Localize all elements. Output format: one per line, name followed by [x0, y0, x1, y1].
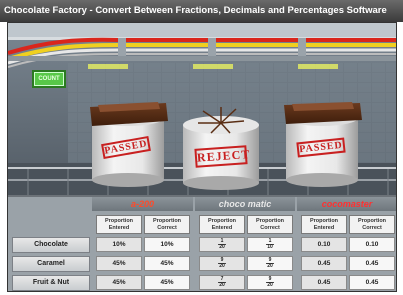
machine-1-name: a-200 — [92, 197, 193, 211]
m2-correct-chocolate: 1 10 — [247, 237, 293, 252]
m2-entered-fruit-nut[interactable]: 7 20 — [199, 275, 245, 290]
window-title: Chocolate Factory - Convert Between Frac… — [0, 0, 403, 22]
m2-entered-chocolate[interactable]: 1 20 — [199, 237, 245, 252]
fraction-denominator: 20 — [219, 243, 225, 250]
machine-2-name: choco matic — [195, 197, 295, 211]
m1-correct-caramel: 45% — [144, 256, 190, 271]
m3-header-entered: Proportion Entered — [301, 215, 347, 234]
m2-correct-caramel: 9 20 — [247, 256, 293, 271]
m1-correct-fruit-nut: 45% — [144, 275, 190, 290]
m2-header-entered: Proportion Entered — [199, 215, 245, 234]
m3-entered-caramel[interactable]: 0.45 — [301, 256, 347, 271]
results-panel: a-200 choco matic cocomaster Proportion … — [8, 195, 396, 291]
machine-1-label: a-200 — [130, 199, 155, 209]
factory-background — [8, 23, 396, 195]
m2-entered-caramel[interactable]: 9 20 — [199, 256, 245, 271]
m3-entered-fruit-nut[interactable]: 0.45 — [301, 275, 347, 290]
m3-header-correct: Proportion Correct — [349, 215, 395, 234]
machine-2-label: choco matic — [218, 199, 272, 209]
fraction-denominator: 20 — [267, 281, 273, 288]
m3-correct-caramel: 0.45 — [349, 256, 395, 271]
row-label-caramel: Caramel — [12, 256, 90, 272]
m3-entered-chocolate[interactable]: 0.10 — [301, 237, 347, 252]
row-label-chocolate: Chocolate — [12, 237, 90, 253]
m3-correct-chocolate: 0.10 — [349, 237, 395, 252]
barrel-2-status: REJECT — [194, 145, 251, 168]
results-table: Proportion Entered Proportion Correct Pr… — [8, 212, 396, 291]
machine-3-label: cocomaster — [321, 199, 373, 209]
fraction-denominator: 10 — [267, 243, 273, 250]
m1-entered-fruit-nut[interactable]: 45% — [96, 275, 142, 290]
fraction-denominator: 20 — [267, 262, 273, 269]
game-area: COUNT PASSED REJECT PASSED a-200 choco m… — [7, 22, 397, 292]
m1-header-entered: Proportion Entered — [96, 215, 142, 234]
m1-entered-chocolate[interactable]: 10% — [96, 237, 142, 252]
m2-correct-fruit-nut: 9 20 — [247, 275, 293, 290]
m1-header-correct: Proportion Correct — [144, 215, 190, 234]
m1-correct-chocolate: 10% — [144, 237, 190, 252]
machine-3-name: cocomaster — [297, 197, 396, 211]
fraction-denominator: 20 — [219, 281, 225, 288]
factory-scene: COUNT PASSED REJECT PASSED — [8, 23, 396, 195]
counter-button[interactable]: COUNT — [34, 72, 64, 86]
fraction-denominator: 20 — [219, 262, 225, 269]
m1-entered-caramel[interactable]: 45% — [96, 256, 142, 271]
app-window: Chocolate Factory - Convert Between Frac… — [0, 0, 403, 295]
m3-correct-fruit-nut: 0.45 — [349, 275, 395, 290]
row-label-fruit-nut: Fruit & Nut — [12, 275, 90, 291]
m2-header-correct: Proportion Correct — [247, 215, 293, 234]
